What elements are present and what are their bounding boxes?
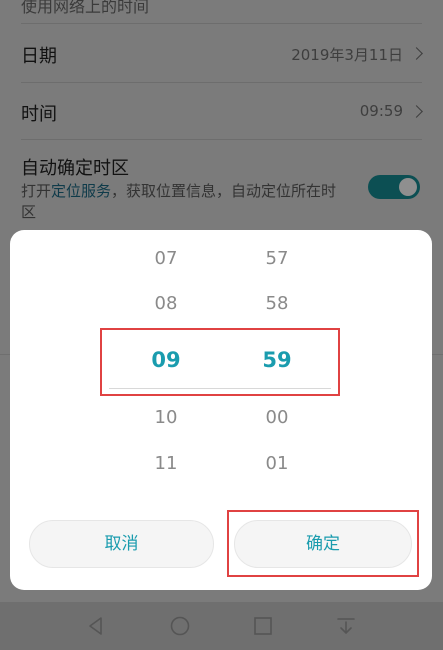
minute-option[interactable]: 01 [247, 453, 307, 474]
home-icon[interactable] [168, 614, 192, 638]
chevron-right-icon [410, 47, 423, 60]
hour-option[interactable]: 08 [136, 293, 196, 314]
navigation-bar [0, 602, 443, 650]
auto-timezone-toggle[interactable] [368, 175, 420, 199]
recent-apps-icon[interactable] [251, 614, 275, 638]
time-picker-dialog: 07 08 09 10 11 57 58 59 00 01 取消 确定 [10, 230, 432, 590]
desc-prefix: 打开 [21, 182, 52, 200]
date-label: 日期 [21, 46, 57, 67]
notification-icon[interactable] [334, 614, 358, 638]
chevron-right-icon [410, 105, 423, 118]
selection-highlight-box [100, 328, 340, 396]
cancel-button[interactable]: 取消 [29, 520, 214, 568]
back-icon[interactable] [84, 614, 108, 638]
network-time-label: 使用网络上的时间 [21, 0, 150, 16]
location-service-link[interactable]: 定位服务 [51, 182, 111, 200]
date-value: 2019年3月11日 [291, 46, 403, 64]
toggle-knob [399, 178, 417, 196]
ok-highlight-box [227, 510, 419, 577]
auto-timezone-label: 自动确定时区 [21, 158, 129, 179]
divider [21, 139, 422, 140]
minute-option[interactable]: 00 [247, 407, 307, 428]
hour-option[interactable]: 10 [136, 407, 196, 428]
time-label: 时间 [21, 104, 57, 125]
auto-timezone-description: 打开定位服务，获取位置信息，自动定位所在时区 [21, 181, 351, 223]
time-value: 09:59 [359, 102, 403, 120]
hour-option[interactable]: 11 [136, 453, 196, 474]
divider [21, 82, 422, 83]
minute-option[interactable]: 58 [247, 293, 307, 314]
minute-option[interactable]: 57 [247, 248, 307, 269]
hour-option[interactable]: 07 [136, 248, 196, 269]
divider [21, 23, 422, 24]
